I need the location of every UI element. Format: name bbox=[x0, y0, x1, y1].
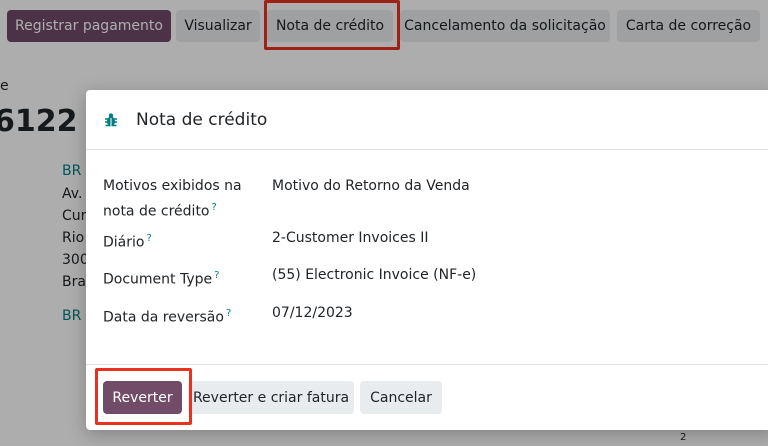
field-reversal-date-label-text: Data da reversão bbox=[103, 309, 224, 326]
field-reason-label-line1: Motivos exibidos na bbox=[103, 178, 242, 194]
help-tooltip-icon[interactable]: ? bbox=[214, 270, 219, 281]
field-journal-label: Diário? bbox=[103, 228, 253, 254]
field-reason-label: Motivos exibidos na nota de crédito? bbox=[103, 176, 253, 223]
reverse-and-create-invoice-button[interactable]: Reverter e criar fatura bbox=[188, 381, 354, 414]
bug-icon bbox=[104, 111, 122, 129]
field-document-type-label-text: Document Type bbox=[103, 271, 213, 288]
field-document-type-label: Document Type? bbox=[103, 265, 253, 291]
field-journal-label-text: Diário bbox=[103, 234, 145, 251]
field-reversal-date-label: Data da reversão? bbox=[103, 303, 253, 329]
help-tooltip-icon[interactable]: ? bbox=[146, 233, 151, 244]
dialog-body: Motivos exibidos na nota de crédito? Mot… bbox=[86, 150, 768, 364]
cancel-button[interactable]: Cancelar bbox=[360, 381, 442, 414]
credit-note-dialog: Nota de crédito Motivos exibidos na nota… bbox=[86, 90, 768, 430]
field-document-type-value[interactable]: (55) Electronic Invoice (NF-e) bbox=[272, 265, 476, 286]
field-reason-value[interactable]: Motivo do Retorno da Venda bbox=[272, 176, 470, 197]
help-tooltip-icon[interactable]: ? bbox=[226, 308, 231, 319]
field-journal-value[interactable]: 2-Customer Invoices II bbox=[272, 228, 428, 249]
dialog-footer: Reverter Reverter e criar fatura Cancela… bbox=[86, 364, 768, 430]
field-reason-label-line2: nota de crédito bbox=[103, 203, 210, 220]
help-tooltip-icon[interactable]: ? bbox=[212, 202, 217, 213]
dialog-header: Nota de crédito bbox=[86, 90, 768, 150]
dialog-title: Nota de crédito bbox=[136, 109, 268, 130]
reverse-button[interactable]: Reverter bbox=[103, 381, 182, 414]
field-reversal-date-value[interactable]: 07/12/2023 bbox=[272, 303, 353, 324]
